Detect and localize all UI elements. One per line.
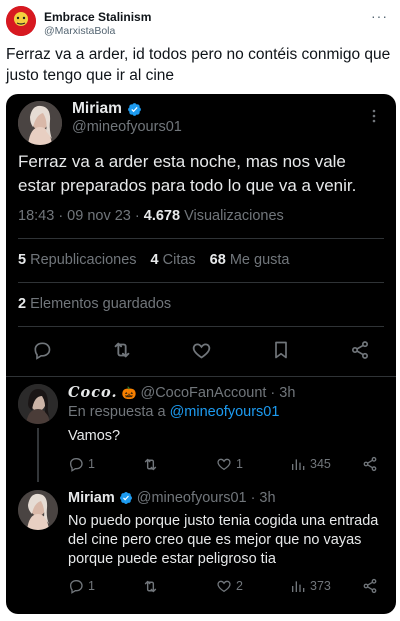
reply-author-name[interactable]: Miriam (68, 490, 115, 506)
bookmarks-label: Elementos guardados (26, 296, 172, 312)
verified-badge-icon (119, 492, 132, 504)
like-icon (217, 580, 231, 593)
like-button[interactable]: 1 (216, 456, 243, 472)
outer-tweet-text: Ferraz va a arder, id todos pero no cont… (6, 46, 391, 84)
reply-button[interactable]: 1 (68, 456, 95, 472)
reply-time[interactable]: · 3h (270, 385, 295, 401)
reply-time[interactable]: · 3h (251, 490, 276, 506)
in-reply-prefix: En respuesta a (68, 404, 170, 420)
likes-count: 68 (209, 252, 226, 268)
reply-text: Vamos? (68, 428, 121, 444)
main-tweet-text: Ferraz va a arder esta noche, mas nos va… (18, 152, 357, 195)
tweet-timestamp[interactable]: 18:43 · 09 nov 23 · (18, 208, 144, 224)
main-avatar[interactable] (18, 101, 62, 145)
bookmarks-stat[interactable]: 2 Elementos guardados (18, 296, 171, 312)
reply-text: No puedo porque justo tenia cogida una e… (68, 513, 379, 567)
views-count: 345 (310, 457, 331, 471)
reply-avatar[interactable] (18, 490, 58, 530)
views-icon (292, 581, 305, 592)
pumpkin-emoji-icon: 🎃 (121, 385, 137, 400)
bookmark-icon[interactable] (269, 338, 293, 362)
repost-button[interactable] (142, 578, 159, 595)
views-button[interactable]: 373 (290, 578, 331, 594)
like-count: 1 (236, 457, 243, 471)
reposts-count: 5 (18, 252, 27, 268)
divider (18, 282, 384, 283)
quotes-count: 4 (150, 252, 159, 268)
quotes-label: Citas (158, 252, 196, 268)
outer-avatar[interactable] (6, 6, 36, 36)
likes-label: Me gusta (225, 252, 290, 268)
reposts-label: Republicaciones (26, 252, 137, 268)
bookmarks-count: 2 (18, 296, 27, 312)
reposts-stat[interactable]: 5 Republicaciones (18, 252, 137, 268)
main-author-name-text: Miriam (72, 100, 122, 117)
divider (6, 376, 396, 377)
reply-header: Coco. 🎃 @CocoFanAccount · 3h (68, 384, 295, 401)
like-icon (217, 458, 231, 471)
views-label: Visualizaciones (180, 208, 284, 224)
reply-button[interactable]: 1 (68, 578, 95, 594)
reply-icon[interactable] (30, 338, 54, 362)
like-button[interactable]: 2 (216, 578, 243, 594)
like-icon[interactable] (189, 338, 213, 362)
reply-avatar[interactable] (18, 384, 58, 424)
views-count: 4.678 (143, 208, 181, 224)
reply-action-bar: 1 2 373 (68, 578, 378, 598)
outer-author-handle[interactable]: @MarxistaBola (44, 25, 115, 37)
views-count: 373 (310, 579, 331, 593)
reply-header: Miriam @mineofyours01 · 3h (68, 490, 276, 506)
tweet-meta: 18:43 · 09 nov 23 · 4.678 Visualizacione… (18, 208, 284, 224)
divider (18, 326, 384, 327)
reply-icon (69, 580, 83, 594)
tweet-action-bar (30, 338, 372, 362)
reply-action-bar: 1 1 345 (68, 456, 378, 476)
main-author-handle[interactable]: @mineofyours01 (72, 119, 182, 135)
reply-author-handle[interactable]: @mineofyours01 (137, 490, 247, 506)
reply-count: 1 (88, 457, 95, 471)
share-icon[interactable] (348, 338, 372, 362)
quotes-stat[interactable]: 4 Citas (151, 252, 196, 268)
like-count: 2 (236, 579, 243, 593)
main-author-name[interactable]: Miriam (72, 100, 142, 118)
reply-icon (69, 458, 83, 472)
more-icon[interactable] (366, 108, 382, 124)
tweet-screenshot-card: Miriam @mineofyours01 Ferraz va a arder … (6, 94, 396, 614)
reply-count: 1 (88, 579, 95, 593)
share-icon (363, 456, 377, 472)
in-reply-to: En respuesta a @mineofyours01 (68, 404, 279, 420)
repost-icon (144, 580, 157, 593)
verified-badge-icon (128, 102, 141, 116)
in-reply-handle-link[interactable]: @mineofyours01 (170, 404, 280, 420)
outer-tweet-header: Embrace Stalinism @MarxistaBola ··· (6, 6, 394, 38)
outer-author-name[interactable]: Embrace Stalinism (44, 10, 151, 24)
share-icon (363, 578, 377, 594)
views-button[interactable]: 345 (290, 456, 331, 472)
repost-icon (144, 458, 157, 471)
divider (18, 238, 384, 239)
engagement-stats: 5 Republicaciones 4 Citas 68 Me gusta (18, 252, 289, 268)
reply-author-handle[interactable]: @CocoFanAccount (140, 385, 266, 401)
repost-icon[interactable] (110, 338, 134, 362)
likes-stat[interactable]: 68 Me gusta (210, 252, 290, 268)
views-icon (292, 459, 305, 470)
reply-author-name[interactable]: Coco. (68, 384, 118, 401)
repost-button[interactable] (142, 456, 159, 473)
more-icon[interactable]: ··· (371, 8, 388, 24)
share-button[interactable] (362, 456, 378, 472)
thread-line (37, 428, 39, 482)
share-button[interactable] (362, 578, 378, 594)
